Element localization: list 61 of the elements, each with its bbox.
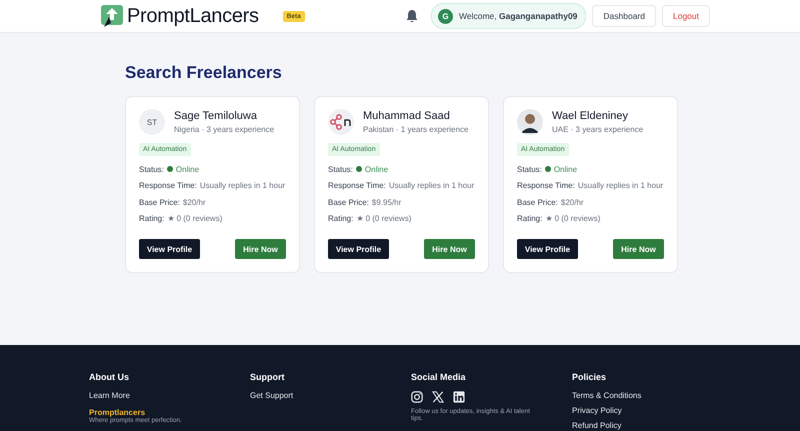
footer-brand: Promptlancers (89, 408, 146, 417)
detail-label: Base Price: (139, 198, 180, 207)
freelancer-name: Muhammad Saad (363, 110, 451, 122)
freelancer-location: Nigeria · 3 years experience (174, 125, 274, 134)
detail-label: Response Time: (328, 181, 386, 190)
detail-label: Rating: (139, 214, 164, 224)
freelancer-location: Pakistan · 1 years experience (363, 125, 468, 134)
x-icon[interactable] (432, 391, 444, 403)
instagram-icon[interactable] (411, 391, 423, 403)
detail-label: Response Time: (139, 181, 197, 190)
detail-value: Usually replies in 1 hour (388, 181, 474, 190)
status-text: Online (554, 164, 578, 174)
hire-button[interactable]: Hire Now (613, 239, 664, 259)
view-profile-button[interactable]: View Profile (517, 239, 578, 259)
footer-link[interactable]: Privacy Policy (572, 406, 733, 415)
welcome-text: Welcome, Gaganganapathy09 (458, 11, 578, 21)
logo-icon (101, 5, 123, 27)
footer-link[interactable]: Learn More (89, 391, 250, 400)
bell-icon[interactable] (404, 9, 419, 23)
detail-label: Status: (328, 164, 353, 174)
logout-button[interactable]: Logout (662, 5, 710, 27)
dashboard-button[interactable]: Dashboard (592, 5, 656, 27)
detail-value: ★ 0 (0 reviews) (356, 214, 412, 224)
detail-label: Rating: (328, 214, 354, 224)
detail-value: $20/hr (182, 198, 206, 207)
view-profile-button[interactable]: View Profile (139, 239, 200, 259)
detail-label: Status: (517, 164, 542, 174)
detail-label: Rating: (517, 214, 542, 224)
avatar-silhouette-icon (517, 109, 543, 135)
page-title: Search Freelancers (125, 63, 283, 83)
hire-button[interactable]: Hire Now (424, 239, 475, 259)
footer-heading: About Us (89, 372, 130, 382)
detail-value: $20/hr (560, 198, 584, 207)
detail-value: ★ 0 (0 reviews) (545, 214, 600, 224)
footer-link[interactable]: Terms & Conditions (572, 391, 733, 400)
footer-link[interactable]: Get Support (250, 391, 411, 400)
detail-label: Status: (139, 164, 164, 174)
footer-link[interactable]: Refund Policy (572, 421, 733, 430)
status-text: Online (364, 164, 388, 174)
freelancer-name: Wael Eldeniney (552, 110, 630, 122)
footer-heading: Support (250, 372, 286, 382)
detail-label: Response Time: (517, 181, 575, 190)
hire-button[interactable]: Hire Now (235, 239, 286, 259)
detail-value: $9.95/hr (372, 198, 402, 207)
detail-label: Base Price: (517, 198, 558, 207)
avatar-logo-icon (328, 109, 354, 135)
detail-value: Usually replies in 1 hour (578, 181, 664, 190)
detail-label: Base Price: (328, 198, 369, 207)
logo-text[interactable]: PromptLancers (127, 4, 259, 28)
footer-heading: Social Media (411, 372, 467, 382)
freelancer-location: UAE · 3 years experience (552, 125, 644, 134)
user-avatar: G (438, 8, 453, 24)
view-profile-button[interactable]: View Profile (328, 239, 389, 259)
footer-heading: Policies (572, 372, 608, 382)
status-text: Online (176, 164, 200, 174)
user-chip[interactable]: G Welcome, Gaganganapathy09 (430, 3, 586, 29)
detail-value: Usually replies in 1 hour (200, 181, 286, 190)
detail-value: ★ 0 (0 reviews) (167, 214, 222, 224)
freelancer-name: Sage Temiloluwa (174, 110, 258, 122)
linkedin-icon[interactable] (453, 391, 465, 403)
avatar-initials: ST (139, 109, 165, 135)
